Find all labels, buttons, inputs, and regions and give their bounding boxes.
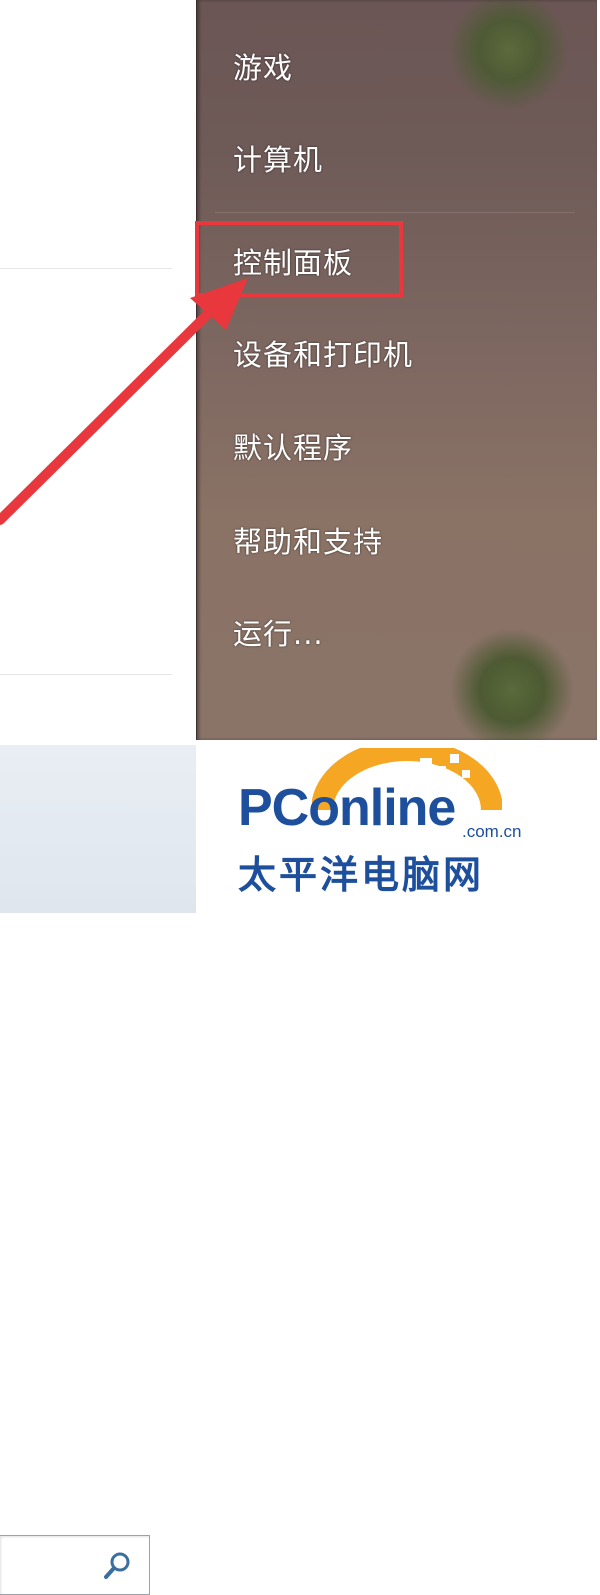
right-pane-divider (215, 212, 575, 213)
menu-item-computer[interactable]: 计算机 (233, 140, 323, 180)
menu-item-devices-and-printers[interactable]: 设备和打印机 (233, 335, 413, 375)
start-menu-left-pane (0, 0, 196, 745)
logo-domain-text: .com.cn (462, 822, 522, 841)
search-strip (0, 745, 196, 1595)
control-panel-highlight (195, 221, 403, 297)
search-icon[interactable] (101, 1548, 135, 1582)
menu-item-games[interactable]: 游戏 (233, 48, 293, 88)
start-menu-right-pane: 游戏 计算机 控制面板 设备和打印机 默认程序 帮助和支持 运行... (196, 0, 597, 740)
search-input[interactable] (0, 1535, 150, 1595)
pconline-logo: PConline .com.cn 太平洋电脑网 (230, 748, 550, 908)
left-pane-divider (0, 268, 172, 269)
logo-brand-text: PConline (238, 779, 456, 837)
menu-item-run[interactable]: 运行... (233, 614, 324, 654)
logo-cn-text: 太平洋电脑网 (238, 853, 485, 897)
menu-item-help-and-support[interactable]: 帮助和支持 (233, 522, 383, 562)
menu-item-default-programs[interactable]: 默认程序 (233, 428, 353, 468)
left-pane-divider (0, 674, 172, 675)
